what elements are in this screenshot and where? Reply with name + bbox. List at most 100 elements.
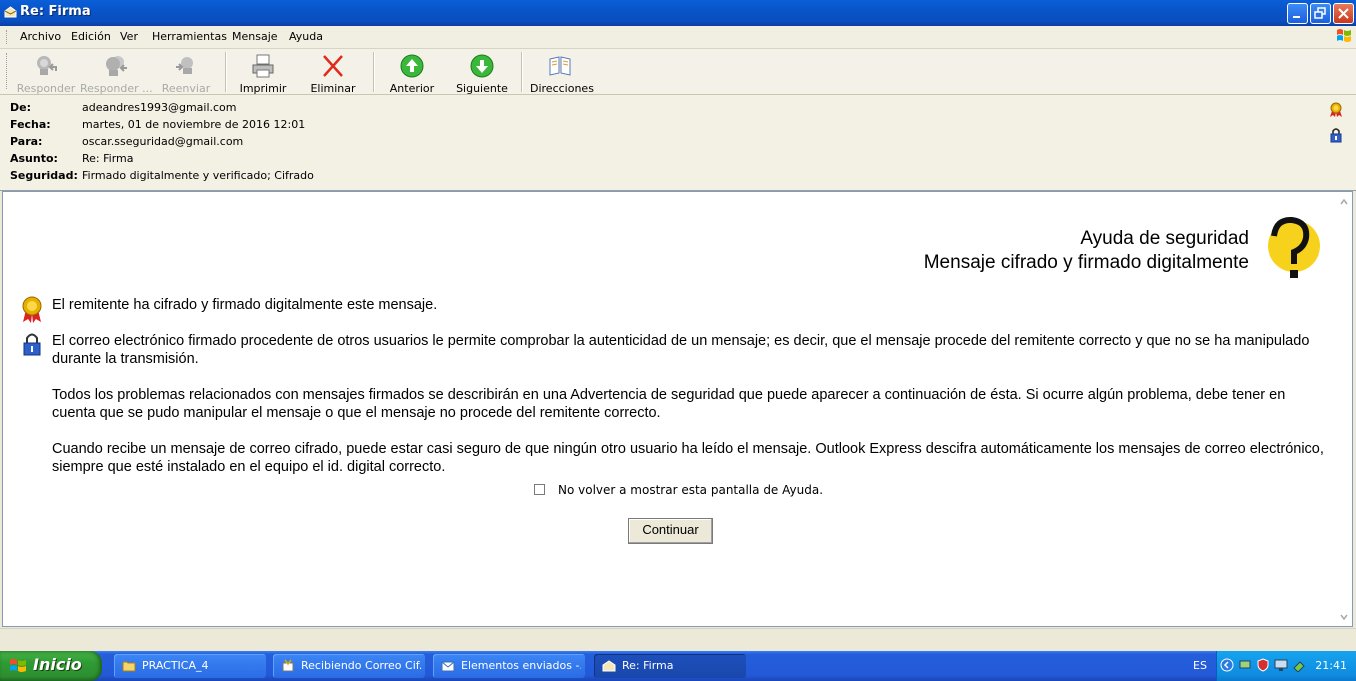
- message-body: Ayuda de seguridad Mensaje cifrado y fir…: [2, 191, 1353, 627]
- toolbar-separator: [373, 52, 375, 92]
- mail-send-receive-icon: [282, 659, 294, 672]
- language-indicator[interactable]: ES: [1193, 659, 1207, 672]
- close-icon: [1338, 8, 1349, 19]
- date-label: Fecha:: [10, 118, 51, 131]
- down-arrow-icon: [470, 54, 494, 78]
- help-title: Ayuda de seguridad Mensaje cifrado y fir…: [924, 227, 1249, 275]
- taskbar-item-label: PRACTICA_4: [142, 659, 209, 672]
- title-bar: Re: Firma: [0, 0, 1356, 26]
- windows-flag-icon: [10, 659, 26, 672]
- menu-edicion[interactable]: Edición: [71, 30, 111, 43]
- taskbar-item-elementos[interactable]: Elementos enviados -...: [433, 654, 585, 678]
- addresses-label: Direcciones: [530, 82, 594, 95]
- encrypted-lock-icon[interactable]: [1329, 127, 1343, 143]
- scroll-down-icon[interactable]: [1340, 613, 1348, 621]
- menu-mensaje[interactable]: Mensaje: [232, 30, 278, 43]
- menu-grip[interactable]: [6, 30, 10, 44]
- addresses-button[interactable]: Direcciones: [530, 51, 594, 95]
- subject-label: Asunto:: [10, 152, 58, 165]
- help-question-icon: [1268, 216, 1320, 278]
- dont-show-again-checkbox[interactable]: [534, 484, 545, 495]
- menu-archivo[interactable]: Archivo: [20, 30, 61, 43]
- tray-expand-icon[interactable]: [1220, 658, 1234, 672]
- message-header: De: adeandres1993@gmail.com Fecha: marte…: [0, 95, 1356, 191]
- delete-button[interactable]: Eliminar: [306, 51, 360, 95]
- previous-button[interactable]: Anterior: [384, 51, 440, 95]
- clock[interactable]: 21:41: [1315, 659, 1347, 672]
- menu-ayuda[interactable]: Ayuda: [289, 30, 323, 43]
- to-label: Para:: [10, 135, 43, 148]
- window-title: Re: Firma: [20, 4, 91, 19]
- windows-logo-icon: [1337, 29, 1351, 42]
- network-icon[interactable]: [1238, 658, 1252, 672]
- help-title-line1: Ayuda de seguridad: [1080, 228, 1249, 249]
- toolbar: Responder Responder ... Reenviar Imprimi…: [0, 49, 1356, 95]
- restore-icon: [1314, 7, 1326, 19]
- printer-icon: [252, 54, 274, 78]
- padlock-icon: [23, 333, 41, 356]
- up-arrow-icon: [400, 54, 424, 78]
- print-label: Imprimir: [239, 82, 287, 95]
- envelope-icon: [602, 660, 616, 672]
- security-shield-icon[interactable]: [1256, 658, 1270, 672]
- address-book-icon: [549, 56, 571, 76]
- minimize-button[interactable]: [1287, 3, 1308, 24]
- taskbar-item-label: Re: Firma: [622, 659, 674, 672]
- help-paragraph-3: Todos los problemas relacionados con men…: [52, 387, 1286, 421]
- safely-remove-hardware-icon[interactable]: [1292, 658, 1306, 672]
- taskbar-item-label: Recibiendo Correo Cif...: [301, 659, 421, 672]
- folder-icon: [122, 661, 136, 672]
- date-value: martes, 01 de noviembre de 2016 12:01: [82, 118, 306, 131]
- taskbar-item-label: Elementos enviados -...: [461, 659, 581, 672]
- taskbar-item-practica[interactable]: PRACTICA_4: [114, 654, 266, 678]
- reply-button[interactable]: Responder: [16, 51, 76, 95]
- toolbar-separator: [225, 52, 227, 92]
- help-paragraph-4: Cuando recibe un mensaje de correo cifra…: [52, 441, 1324, 475]
- signed-ribbon-icon[interactable]: [1329, 102, 1343, 118]
- reply-label: Responder: [16, 82, 76, 95]
- outlook-express-icon: [441, 661, 455, 672]
- envelope-icon: [4, 6, 17, 18]
- status-bar: [0, 628, 1356, 651]
- from-label: De:: [10, 101, 31, 114]
- system-tray: 21:41: [1216, 651, 1356, 681]
- forward-label: Reenviar: [161, 82, 211, 95]
- print-button[interactable]: Imprimir: [236, 51, 290, 95]
- previous-label: Anterior: [389, 82, 435, 95]
- start-button[interactable]: Inicio: [0, 651, 102, 681]
- security-label: Seguridad:: [10, 169, 78, 182]
- menu-bar: Archivo Edición Ver Herramientas Mensaje…: [0, 26, 1356, 49]
- close-button[interactable]: [1333, 3, 1354, 24]
- reply-icon: [37, 56, 57, 75]
- display-icon[interactable]: [1274, 658, 1288, 672]
- toolbar-separator: [521, 52, 523, 92]
- scroll-up-icon[interactable]: [1340, 198, 1348, 206]
- subject-value: Re: Firma: [82, 152, 134, 165]
- forward-button[interactable]: Reenviar: [158, 51, 214, 95]
- to-value: oscar.sseguridad@gmail.com: [82, 135, 244, 148]
- taskbar: Inicio PRACTICA_4 Recibiendo Correo Cif.…: [0, 651, 1356, 681]
- reply-all-label: Responder ...: [80, 82, 153, 95]
- forward-icon: [176, 57, 193, 74]
- minimize-icon: [1293, 16, 1300, 18]
- restore-button[interactable]: [1310, 3, 1331, 24]
- security-value: Firmado digitalmente y verificado; Cifra…: [82, 169, 314, 182]
- delete-x-icon: [323, 55, 343, 77]
- menu-ver[interactable]: Ver: [120, 30, 138, 43]
- from-value: adeandres1993@gmail.com: [82, 101, 237, 114]
- award-ribbon-icon: [22, 296, 42, 323]
- help-title-line2: Mensaje cifrado y firmado digitalmente: [923, 252, 1249, 273]
- next-button[interactable]: Siguiente: [454, 51, 510, 95]
- next-label: Siguiente: [456, 82, 508, 95]
- dont-show-again-label[interactable]: No volver a mostrar esta pantalla de Ayu…: [558, 483, 823, 497]
- toolbar-grip[interactable]: [6, 53, 10, 89]
- taskbar-item-recibiendo[interactable]: Recibiendo Correo Cif...: [273, 654, 425, 678]
- help-paragraph-1: El remitente ha cifrado y firmado digita…: [52, 297, 438, 313]
- reply-all-button[interactable]: Responder ...: [80, 51, 153, 95]
- continue-button[interactable]: Continuar: [628, 518, 713, 544]
- taskbar-item-re-firma[interactable]: Re: Firma: [594, 654, 746, 678]
- delete-label: Eliminar: [310, 82, 356, 95]
- menu-herramientas[interactable]: Herramientas: [152, 30, 227, 43]
- reply-all-icon: [106, 56, 127, 76]
- vertical-scrollbar[interactable]: [1336, 192, 1352, 626]
